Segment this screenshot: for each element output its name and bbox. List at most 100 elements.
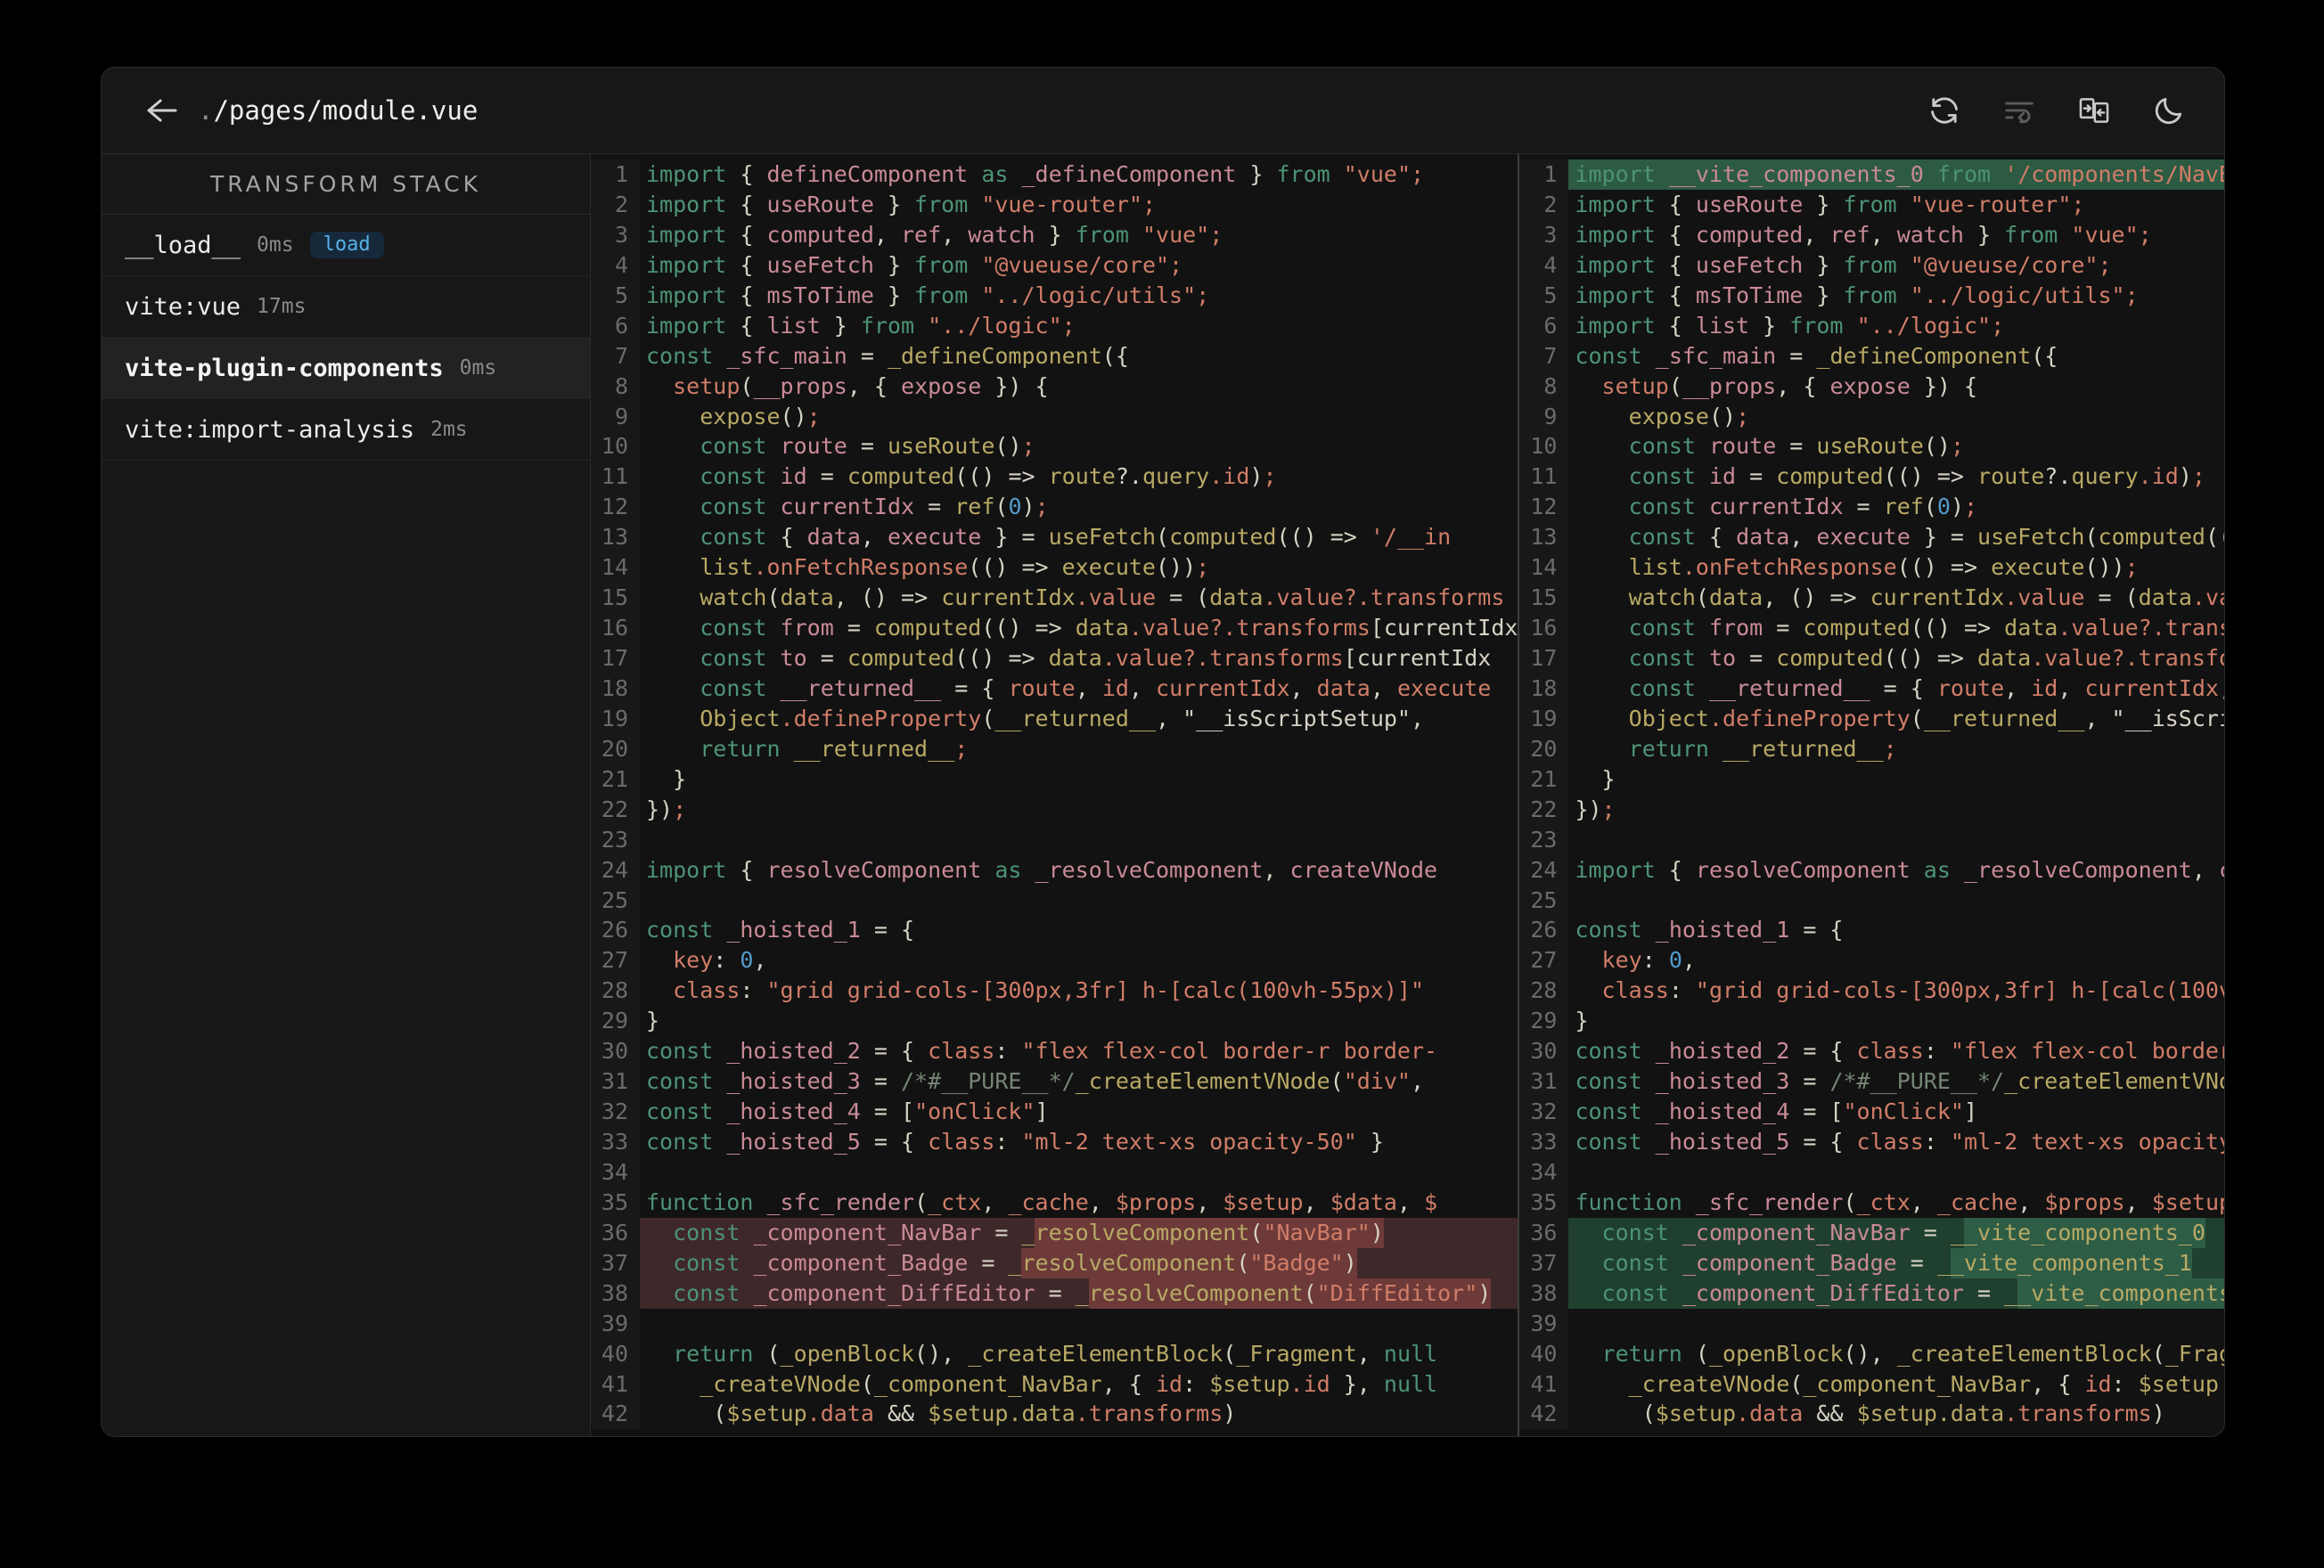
code-token: ?. bbox=[1115, 463, 1142, 490]
code-line: 23 bbox=[591, 824, 1518, 855]
code-line: 12 const currentIdx = ref(0); bbox=[1519, 492, 2224, 523]
code-token: }) bbox=[1575, 796, 1602, 822]
code-token: _component_Badge bbox=[753, 1249, 969, 1276]
code-token: const bbox=[1575, 1098, 1642, 1125]
code-token: const bbox=[1628, 645, 1696, 671]
code-line: 31 const _hoisted_3 = /*#__PURE__*/_creat… bbox=[591, 1066, 1518, 1098]
code-panel-before[interactable]: 1 import { defineComponent as _defineComp… bbox=[591, 154, 1518, 1436]
code-tokens: const _component_NavBar = __vite_compone… bbox=[1575, 1220, 2205, 1245]
line-number: 28 bbox=[591, 976, 640, 1007]
code-token: = bbox=[847, 342, 888, 369]
code-line: 30 const _hoisted_2 = { class: "flex flex… bbox=[591, 1036, 1518, 1067]
code-token: '/__in bbox=[1370, 524, 1452, 551]
line-number: 27 bbox=[591, 945, 640, 976]
code-token: import bbox=[1575, 251, 1656, 278]
code-line: 8 setup(__props, { expose }) { bbox=[1519, 371, 2224, 402]
code-token: ( bbox=[1236, 1249, 1250, 1276]
code-token: .value bbox=[2004, 584, 2085, 611]
code-token: from bbox=[1843, 251, 1897, 278]
line-number: 7 bbox=[591, 340, 640, 372]
code-token: $setup bbox=[2151, 1188, 2225, 1215]
code-token: = bbox=[1910, 1219, 1951, 1245]
code-text: import { resolveComponent as _resolveCom… bbox=[1568, 855, 2224, 886]
code-token: ; bbox=[806, 403, 821, 429]
diff-compare-button[interactable] bbox=[2076, 93, 2112, 128]
line-number: 8 bbox=[1519, 371, 1569, 402]
code-token: } = bbox=[1910, 524, 1978, 551]
code-token: __returned__ bbox=[780, 674, 942, 701]
code-token: { bbox=[726, 282, 767, 308]
code-token: const bbox=[646, 1098, 714, 1125]
code-token: $setup bbox=[1209, 1370, 1290, 1397]
code-token: (() => bbox=[1896, 554, 1992, 581]
code-token: currentIdx bbox=[2084, 674, 2219, 701]
code-tokens: const from = computed(() => data.value?.… bbox=[646, 615, 1518, 641]
code-token: return bbox=[700, 735, 781, 762]
code-token: data bbox=[806, 524, 861, 551]
code-token: from bbox=[780, 615, 834, 641]
code-token: { bbox=[726, 251, 767, 278]
code-token: = { bbox=[1789, 1038, 1857, 1065]
dark-mode-toggle[interactable] bbox=[2151, 93, 2187, 128]
code-line: 17 const to = computed(() => data.value?… bbox=[591, 643, 1518, 674]
code-token: , bbox=[1088, 1188, 1116, 1215]
code-line: 31 const _hoisted_3 = /*#__PURE__*/_creat… bbox=[1519, 1066, 2224, 1098]
code-line: 42 ($setup.data && $setup.data.transform… bbox=[1519, 1399, 2224, 1430]
line-number: 21 bbox=[1519, 764, 1569, 795]
code-token: () bbox=[1923, 433, 1951, 460]
code-token: _createVNode bbox=[700, 1370, 861, 1397]
code-text: const _component_Badge = __vite_componen… bbox=[1568, 1247, 2224, 1278]
code-token: $data bbox=[1330, 1188, 1397, 1215]
line-number: 33 bbox=[1519, 1127, 1569, 1157]
refresh-button[interactable] bbox=[1927, 93, 1962, 128]
code-token: from bbox=[914, 191, 969, 217]
code-token: ; bbox=[673, 796, 687, 822]
transform-stack-item[interactable]: vite-plugin-components 0ms bbox=[102, 338, 590, 399]
transform-stack-item[interactable]: __load__ 0ms load bbox=[102, 215, 590, 276]
code-tokens: watch(data, () => currentIdx.value = (da… bbox=[1575, 584, 2224, 611]
code-token: watch bbox=[700, 584, 767, 611]
code-text: return (_openBlock(), _createElementBloc… bbox=[1568, 1339, 2224, 1369]
code-token: resolveComponent bbox=[1695, 856, 1911, 883]
code-token: _component_DiffEditor bbox=[1682, 1279, 1964, 1306]
code-token: .data bbox=[1736, 1401, 1804, 1427]
code-text: expose(); bbox=[640, 402, 1518, 432]
line-number: 35 bbox=[1519, 1187, 1569, 1218]
code-token: _sfc_main bbox=[726, 342, 847, 369]
code-token: id bbox=[1156, 1370, 1183, 1397]
code-token: list bbox=[1628, 554, 1682, 581]
code-token: } bbox=[1575, 765, 1616, 792]
transform-stack-item[interactable]: vite:import-analysis 2ms bbox=[102, 399, 590, 461]
line-number: 25 bbox=[1519, 885, 1569, 916]
transform-stack-list: __load__ 0ms load vite:vue 17ms vite-plugin-c… bbox=[102, 215, 590, 461]
code-token: [currentIdx bbox=[1370, 615, 1518, 641]
code-tokens: const __returned__ = { route, id, curren… bbox=[1575, 674, 2224, 701]
code-token: ; bbox=[1883, 735, 1897, 762]
back-button[interactable] bbox=[143, 91, 182, 130]
code-line: 12 const currentIdx = ref(0); bbox=[591, 492, 1518, 523]
code-token: route bbox=[1708, 433, 1777, 460]
code-token: _vite_components_0 bbox=[1963, 1219, 2205, 1245]
code-token: ?. bbox=[2044, 463, 2072, 490]
line-wrap-button[interactable] bbox=[2001, 93, 2037, 128]
code-panel-after[interactable]: 1 import __vite_components_0 from '/compo… bbox=[1518, 154, 2225, 1436]
transform-stack-item[interactable]: vite:vue 17ms bbox=[102, 276, 590, 338]
code-token: setup bbox=[673, 372, 741, 399]
line-number: 31 bbox=[591, 1066, 640, 1098]
code-line: 38 const _component_DiffEditor = _resolv… bbox=[591, 1278, 1518, 1309]
code-tokens: }); bbox=[646, 796, 686, 822]
